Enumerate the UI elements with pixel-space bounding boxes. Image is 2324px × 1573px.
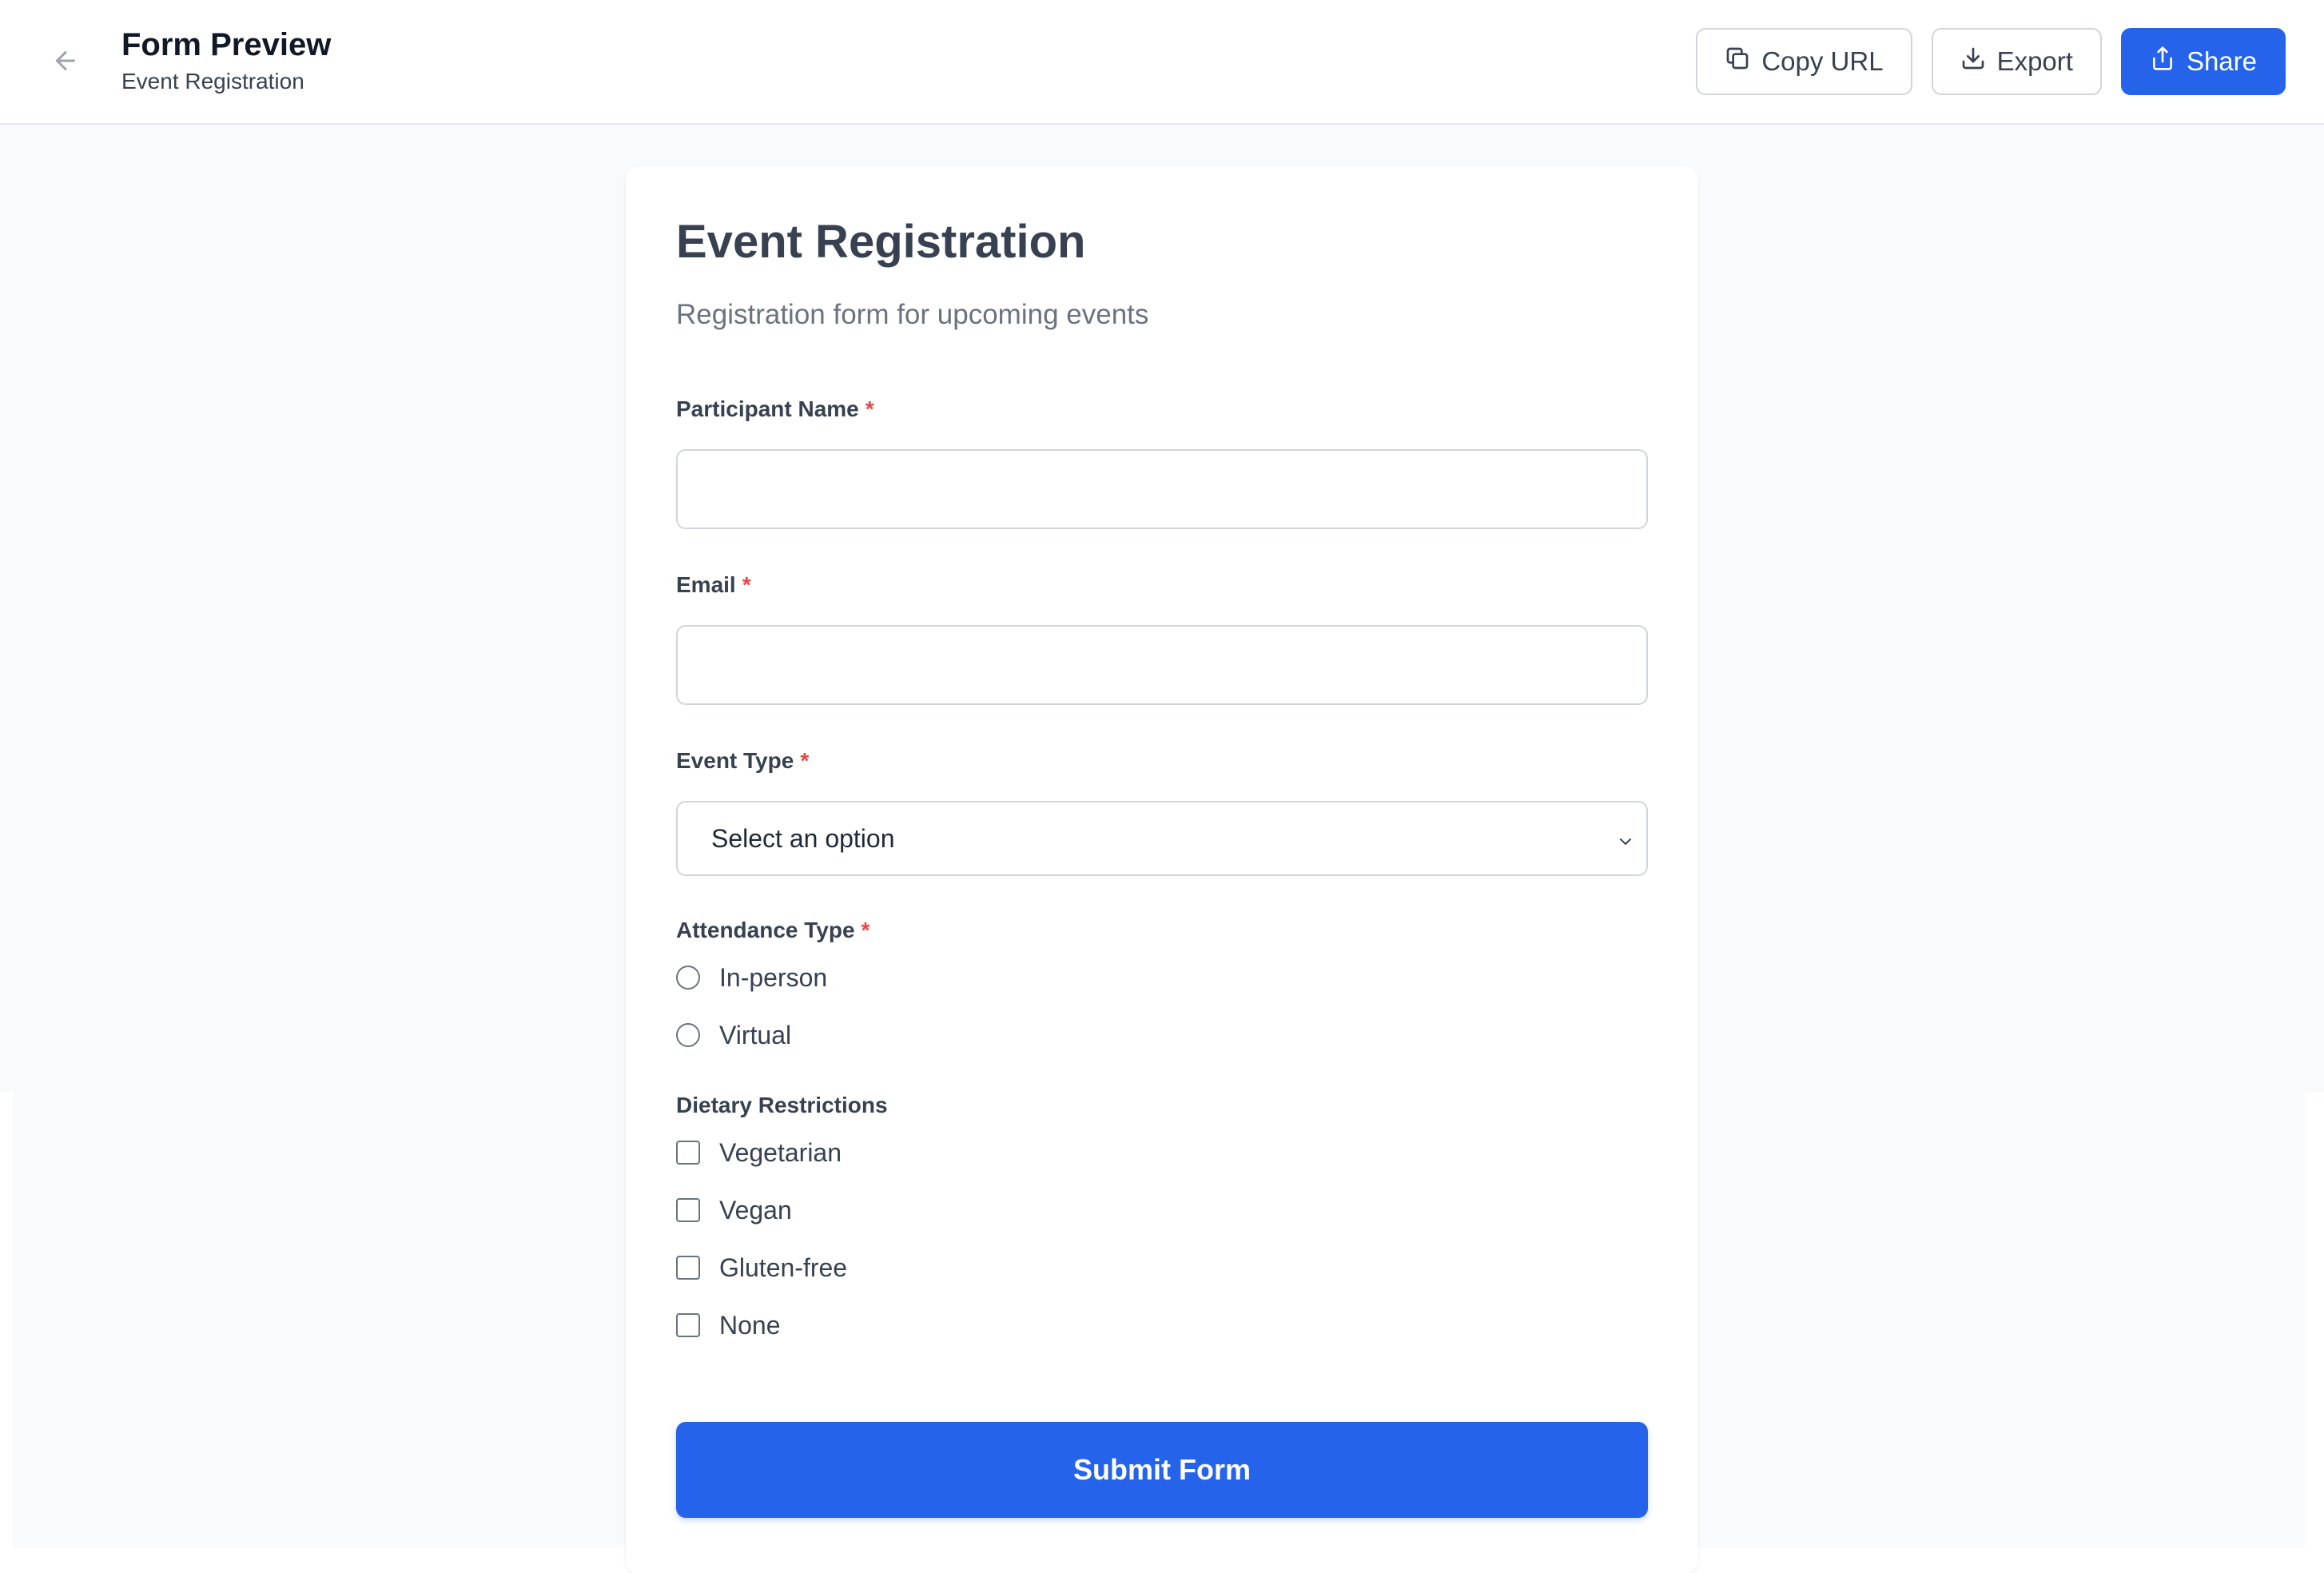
copy-icon — [1725, 46, 1750, 78]
email-label-text: Email — [676, 572, 736, 597]
radio-option-label: Virtual — [719, 1021, 792, 1049]
required-marker: * — [861, 918, 870, 942]
radio-option-virtual[interactable]: Virtual — [676, 1019, 791, 1051]
participant-name-input[interactable] — [676, 449, 1648, 529]
chevron-down-icon — [1616, 828, 1635, 858]
required-marker: * — [865, 396, 874, 421]
header-title-block: Form Preview Event Registration — [121, 26, 331, 96]
submit-form-button[interactable]: Submit Form — [676, 1422, 1648, 1518]
checkbox-option-label: Vegetarian — [719, 1138, 842, 1167]
dietary-restrictions-label-text: Dietary Restrictions — [676, 1093, 888, 1117]
radio-option-in-person[interactable]: In-person — [676, 962, 827, 994]
attendance-type-label: Attendance Type * — [676, 916, 870, 945]
back-button[interactable] — [46, 43, 85, 82]
participant-name-label-text: Participant Name — [676, 396, 859, 421]
form-title: Event Registration — [676, 216, 1086, 268]
copy-url-label: Copy URL — [1761, 46, 1884, 76]
email-label: Email * — [676, 571, 751, 599]
event-type-selected-value: Select an option — [711, 823, 895, 853]
checkbox-option-gluten-free[interactable]: Gluten-free — [676, 1252, 847, 1284]
participant-name-label: Participant Name * — [676, 395, 874, 424]
checkbox[interactable] — [676, 1141, 700, 1165]
export-button[interactable]: Export — [1931, 28, 2102, 95]
checkbox-option-none[interactable]: None — [676, 1309, 781, 1341]
radio-button[interactable] — [676, 1023, 700, 1047]
page-subtitle: Event Registration — [121, 69, 304, 94]
radio-option-label: In-person — [719, 963, 828, 992]
event-type-select[interactable]: Select an option — [676, 801, 1648, 876]
share-button[interactable]: Share — [2120, 28, 2286, 95]
event-type-label-text: Event Type — [676, 748, 794, 773]
checkbox-option-vegan[interactable]: Vegan — [676, 1194, 792, 1226]
form-description: Registration form for upcoming events — [676, 299, 1149, 330]
top-bar: Form Preview Event Registration Copy URL… — [0, 0, 2324, 125]
checkbox-option-label: Gluten-free — [719, 1253, 848, 1282]
download-icon — [1960, 46, 1986, 78]
event-type-label: Event Type * — [676, 747, 809, 775]
checkbox-option-label: None — [719, 1311, 781, 1340]
share-label: Share — [2186, 46, 2257, 76]
email-input[interactable] — [676, 625, 1648, 705]
checkbox-option-vegetarian[interactable]: Vegetarian — [676, 1137, 842, 1169]
required-marker: * — [800, 748, 810, 773]
radio-button[interactable] — [676, 966, 700, 990]
form-card: Event Registration Registration form for… — [626, 166, 1698, 1573]
page-title: Form Preview — [121, 27, 332, 62]
share-icon — [2150, 46, 2175, 78]
copy-url-button[interactable]: Copy URL — [1696, 28, 1912, 95]
arrow-left-icon — [51, 46, 80, 79]
dietary-restrictions-label: Dietary Restrictions — [676, 1091, 888, 1120]
attendance-type-label-text: Attendance Type — [676, 918, 855, 942]
export-label: Export — [1996, 46, 2073, 76]
checkbox[interactable] — [676, 1256, 700, 1280]
checkbox[interactable] — [676, 1313, 700, 1337]
checkbox-option-label: Vegan — [719, 1196, 792, 1225]
checkbox[interactable] — [676, 1198, 700, 1222]
required-marker: * — [742, 572, 751, 597]
header-actions: Copy URL Export Share — [1696, 28, 2286, 95]
